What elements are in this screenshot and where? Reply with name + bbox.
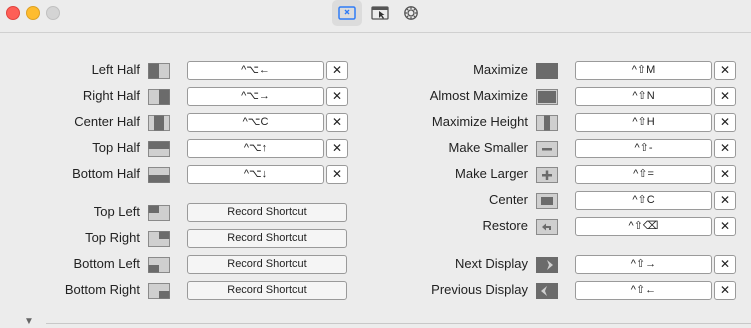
clear-shortcut-button[interactable]: ✕: [714, 165, 736, 184]
shortcut-field[interactable]: ^⇧-: [575, 139, 712, 158]
shortcut-row-center: Center ^⇧C ✕: [0, 190, 751, 212]
row-label: Make Larger: [455, 166, 528, 181]
settings-tab[interactable]: [396, 0, 426, 26]
make-larger-icon: [536, 167, 558, 183]
shortcut-row-make-larger: Make Larger ^⇧= ✕: [0, 164, 751, 186]
snap-areas-tab[interactable]: [365, 0, 395, 26]
next-display-icon: [536, 257, 558, 273]
clear-shortcut-button[interactable]: ✕: [714, 255, 736, 274]
maximize-icon: [536, 63, 558, 79]
restore-icon: [536, 219, 558, 235]
shortcut-row-next-display: Next Display ^⇧→ ✕: [0, 254, 751, 276]
shortcut-field[interactable]: ^⇧←: [575, 281, 712, 300]
shortcut-field[interactable]: ^⇧N: [575, 87, 712, 106]
row-label: Next Display: [455, 256, 528, 271]
shortcut-row-restore: Restore ^⇧⌫ ✕: [0, 216, 751, 238]
make-smaller-icon: [536, 141, 558, 157]
minimize-window-button[interactable]: [26, 6, 40, 20]
shortcut-row-maximize: Maximize ^⇧M ✕: [0, 60, 751, 82]
row-label: Maximize Height: [431, 114, 528, 129]
divider: [46, 323, 751, 324]
zoom-window-button[interactable]: [46, 6, 60, 20]
disclosure-triangle-icon[interactable]: ▼: [24, 316, 34, 327]
clear-shortcut-button[interactable]: ✕: [714, 191, 736, 210]
gear-icon: [404, 6, 418, 20]
snap-areas-icon: [371, 6, 389, 20]
shortcut-field[interactable]: ^⇧=: [575, 165, 712, 184]
close-window-button[interactable]: [6, 6, 20, 20]
shortcut-field[interactable]: ^⇧M: [575, 61, 712, 80]
window-titlebar: [0, 0, 751, 33]
clear-shortcut-button[interactable]: ✕: [714, 281, 736, 300]
shortcut-row-previous-display: Previous Display ^⇧← ✕: [0, 280, 751, 302]
shortcut-field[interactable]: ^⇧C: [575, 191, 712, 210]
row-label: Make Smaller: [448, 140, 528, 155]
center-icon: [536, 193, 558, 209]
shortcut-row-almost-maximize: Almost Maximize ^⇧N ✕: [0, 86, 751, 108]
clear-shortcut-button[interactable]: ✕: [714, 87, 736, 106]
clear-shortcut-button[interactable]: ✕: [714, 217, 736, 236]
shortcut-field[interactable]: ^⇧⌫: [575, 217, 712, 236]
keyboard-shortcuts-icon: [338, 6, 356, 20]
row-label: Restore: [482, 218, 528, 233]
keyboard-shortcuts-tab[interactable]: [332, 0, 362, 26]
row-label: Previous Display: [431, 282, 528, 297]
clear-shortcut-button[interactable]: ✕: [714, 61, 736, 80]
row-label: Center: [488, 192, 528, 207]
clear-shortcut-button[interactable]: ✕: [714, 139, 736, 158]
maximize-height-icon: [536, 115, 558, 131]
shortcut-row-make-smaller: Make Smaller ^⇧- ✕: [0, 138, 751, 160]
almost-maximize-icon: [536, 89, 558, 105]
shortcut-field[interactable]: ^⇧→: [575, 255, 712, 274]
shortcut-row-maximize-height: Maximize Height ^⇧H ✕: [0, 112, 751, 134]
row-label: Maximize: [473, 62, 528, 77]
clear-shortcut-button[interactable]: ✕: [714, 113, 736, 132]
previous-display-icon: [536, 283, 558, 299]
row-label: Almost Maximize: [429, 88, 528, 103]
shortcut-field[interactable]: ^⇧H: [575, 113, 712, 132]
